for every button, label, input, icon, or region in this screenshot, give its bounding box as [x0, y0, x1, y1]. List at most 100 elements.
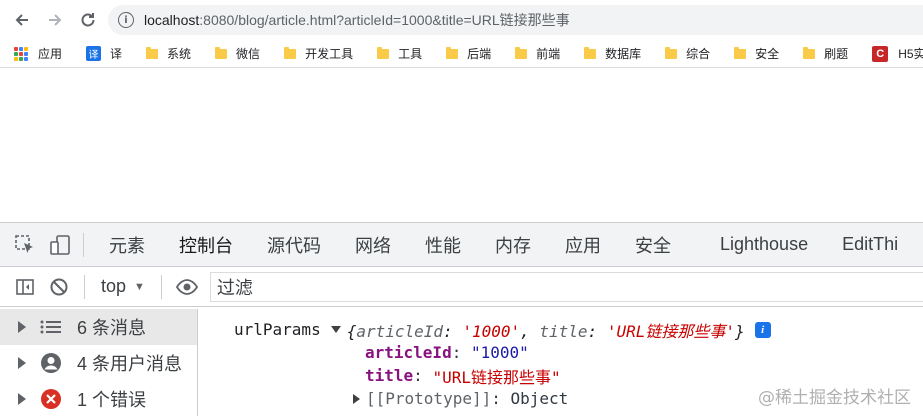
bookmark-folder-system[interactable]: 系统: [146, 45, 191, 62]
collapsed-arrow-icon[interactable]: [353, 393, 360, 404]
console-body: 6 条消息 4 条用户消息 1 个错误 urlParams {articleId…: [0, 309, 923, 416]
property-key: title: [365, 366, 414, 385]
info-icon[interactable]: i: [754, 321, 771, 338]
bookmark-folder-wechat[interactable]: 微信: [215, 45, 260, 62]
expand-arrow-icon[interactable]: [18, 321, 26, 333]
bookmark-label: 前端: [536, 47, 561, 61]
brace-close: }: [734, 321, 745, 341]
bookmark-label: 系统: [167, 47, 192, 61]
expand-arrow-icon[interactable]: [18, 393, 26, 405]
folder-icon: [803, 46, 816, 59]
clear-console-button[interactable]: [42, 267, 76, 307]
log-entry[interactable]: urlParams {articleId: '1000', title: 'UR…: [234, 318, 923, 341]
inspect-element-button[interactable]: [5, 223, 45, 266]
url-path: :8080/blog/article.html?articleId=1000&t…: [199, 12, 570, 28]
folder-icon: [377, 46, 390, 59]
tab-performance[interactable]: 性能: [408, 223, 478, 266]
bookmarks-bar: 应用 译 译 系统 微信 开发工具 工具 后端 前端 数据库 综合 安全 刷题 …: [0, 40, 923, 68]
reload-button[interactable]: [73, 5, 103, 35]
arrow-right-icon: [49, 14, 62, 26]
bookmark-label: 微信: [236, 47, 261, 61]
bookmark-folder-practice[interactable]: 刷题: [803, 45, 848, 62]
folder-icon: [584, 46, 597, 59]
context-selector[interactable]: top ▼: [93, 267, 153, 307]
bookmark-folder-frontend[interactable]: 前端: [515, 45, 560, 62]
bookmark-label: 刷题: [824, 47, 849, 61]
bookmark-folder-backend[interactable]: 后端: [446, 45, 491, 62]
tab-elements[interactable]: 元素: [92, 223, 162, 266]
expand-arrow-icon[interactable]: [18, 357, 26, 369]
device-toolbar-button[interactable]: [45, 223, 75, 266]
bookmark-folder-devtools[interactable]: 开发工具: [284, 45, 353, 62]
folder-icon: [284, 46, 297, 59]
console-filter-bar: top ▼ 过滤: [0, 267, 923, 307]
sidebar-item-errors[interactable]: 1 个错误: [0, 381, 197, 416]
context-label: top: [101, 276, 127, 296]
user-icon: [40, 352, 62, 374]
list-icon: [40, 316, 62, 338]
tab-editthis[interactable]: EditThi: [825, 223, 915, 266]
tab-memory[interactable]: 内存: [478, 223, 548, 266]
sidebar-item-messages[interactable]: 6 条消息: [0, 309, 197, 345]
show-sidebar-button[interactable]: [8, 267, 42, 307]
back-button[interactable]: [7, 5, 37, 35]
reload-icon: [81, 13, 95, 27]
inspect-cursor-icon: [15, 234, 33, 253]
bookmark-label: 安全: [755, 47, 780, 61]
site-info-icon[interactable]: i: [118, 12, 134, 28]
bookmark-label: 译: [110, 47, 123, 61]
colon: :: [451, 343, 471, 362]
browser-toolbar: i localhost:8080/blog/article.html?artic…: [0, 0, 923, 40]
object-preview[interactable]: {articleId: '1000', title: 'URL链接那些事'}: [347, 318, 745, 342]
bookmark-translate[interactable]: 译 译: [86, 45, 122, 62]
preview-value: 'URL链接那些事': [606, 321, 735, 341]
expanded-arrow-icon[interactable]: [330, 326, 341, 333]
devtools-tab-bar: 元素 控制台 源代码 网络 性能 内存 应用 安全 Lighthouse Edi…: [0, 223, 923, 267]
bookmark-label: 后端: [467, 47, 492, 61]
forward-button[interactable]: [40, 5, 70, 35]
tab-console[interactable]: 控制台: [162, 223, 250, 266]
console-log: urlParams {articleId: '1000', title: 'UR…: [198, 309, 923, 416]
error-icon: [40, 388, 62, 410]
bookmark-folder-tools[interactable]: 工具: [377, 45, 422, 62]
tab-sources[interactable]: 源代码: [250, 223, 338, 266]
tab-application[interactable]: 应用: [548, 223, 618, 266]
sidebar-item-user-messages[interactable]: 4 条用户消息: [0, 345, 197, 381]
tab-lighthouse[interactable]: Lighthouse: [703, 223, 825, 266]
live-expression-button[interactable]: [170, 267, 204, 307]
brace-open: {: [346, 321, 357, 341]
bookmark-folder-security[interactable]: 安全: [734, 45, 779, 62]
watermark: @稀土掘金技术社区: [758, 388, 911, 408]
bookmark-folder-database[interactable]: 数据库: [584, 45, 641, 62]
toolbar-divider: [83, 232, 84, 257]
bookmark-label: 数据库: [605, 47, 642, 61]
device-icon: [50, 234, 70, 255]
bookmark-label: 工具: [398, 47, 423, 61]
bookmark-folder-general[interactable]: 综合: [665, 45, 710, 62]
bookmark-label: 应用: [38, 47, 63, 61]
url-text: localhost:8080/blog/article.html?article…: [144, 10, 570, 30]
sidebar-toggle-icon: [16, 278, 34, 295]
folder-icon: [665, 46, 678, 59]
clear-icon: [50, 278, 68, 295]
prototype-key: [[Prototype]]: [366, 389, 492, 408]
sidebar-item-label: 1 个错误: [77, 390, 147, 410]
apps-grid-icon: [14, 46, 28, 61]
tab-security[interactable]: 安全: [618, 223, 688, 266]
filter-input[interactable]: 过滤: [209, 271, 923, 302]
folder-icon: [146, 46, 159, 59]
caret-down-icon: ▼: [134, 280, 145, 293]
folder-icon: [734, 46, 747, 59]
c-badge-icon: C: [872, 45, 889, 62]
prototype-value: Object: [510, 389, 569, 408]
bookmark-apps[interactable]: 应用: [14, 45, 62, 62]
tab-network[interactable]: 网络: [338, 223, 408, 266]
property-value: "1000": [470, 343, 529, 362]
bookmark-h5-webapp[interactable]: C H5实现webapp拍: [872, 45, 923, 62]
sidebar-item-label: 6 条消息: [77, 318, 147, 338]
address-bar[interactable]: i localhost:8080/blog/article.html?artic…: [108, 5, 923, 35]
preview-key: title: [539, 321, 588, 341]
url-host: localhost: [144, 12, 200, 28]
folder-icon: [215, 46, 228, 59]
bookmark-label: 综合: [686, 47, 711, 61]
